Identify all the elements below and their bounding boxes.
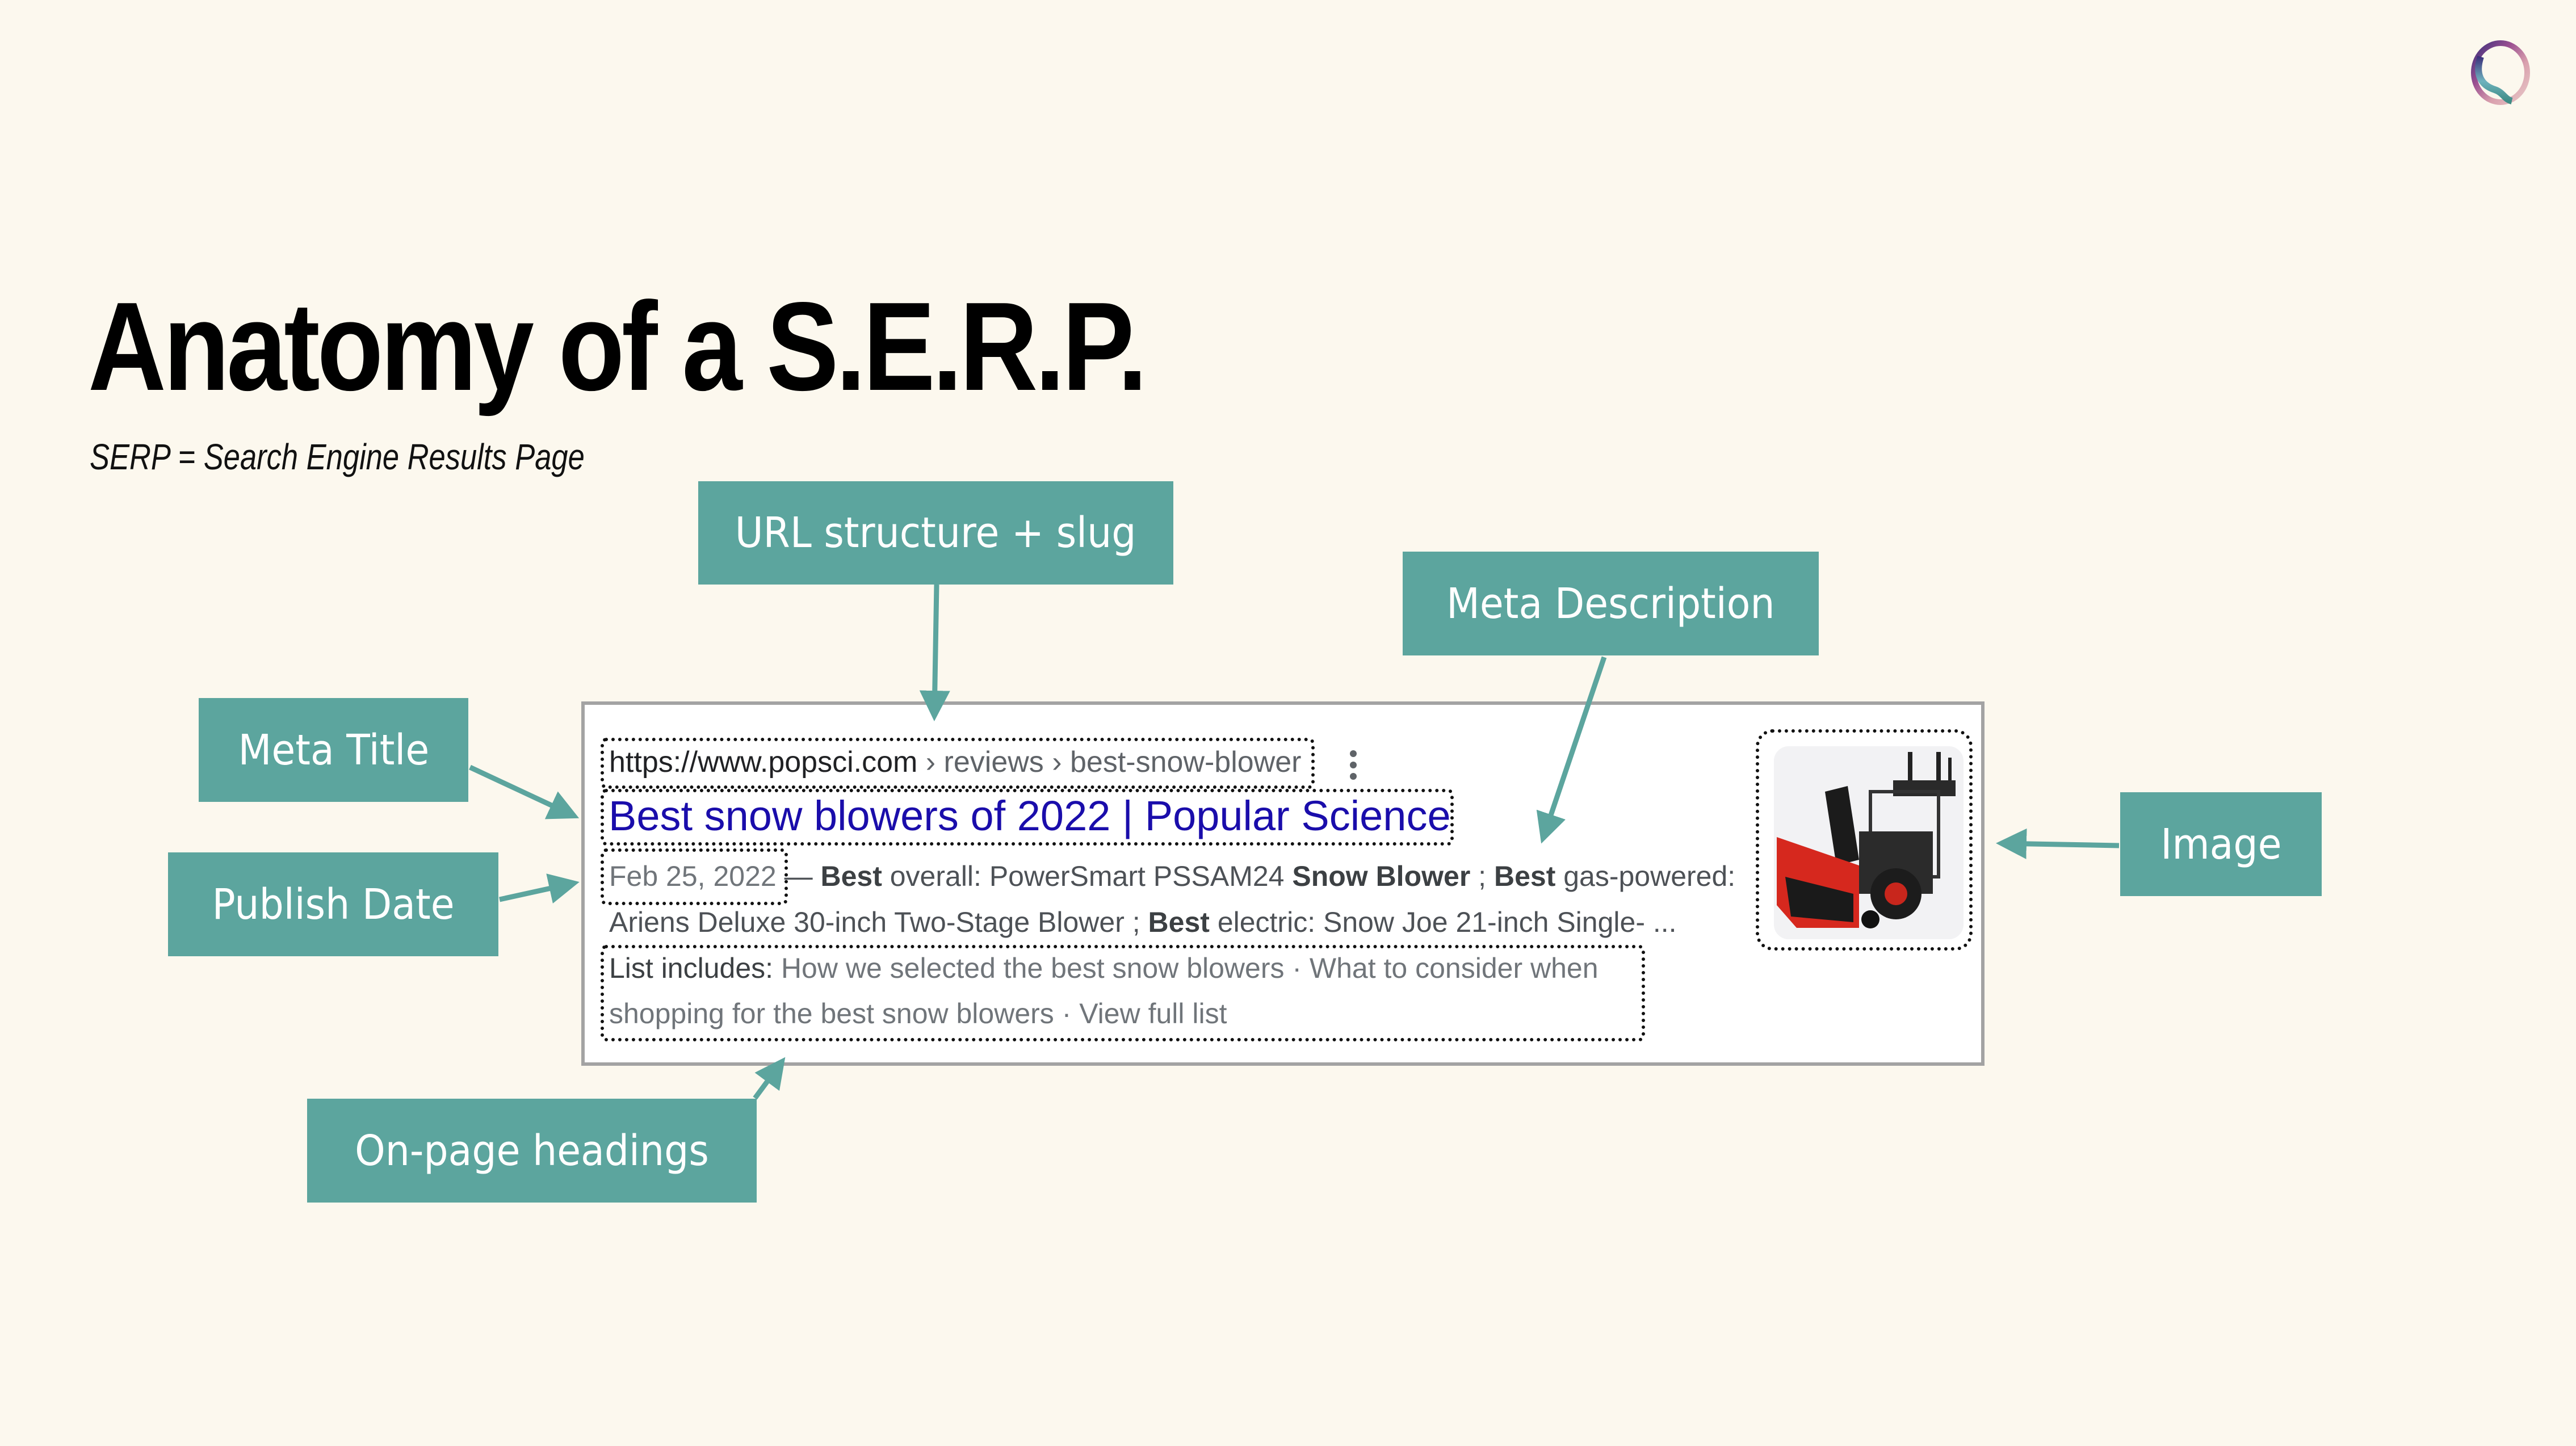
arrow-meta-title [469,764,580,819]
arrow-image [1996,828,2120,859]
arrow-meta-description [1536,656,1607,844]
arrow-url [919,584,950,721]
arrow-publish-date [499,873,580,904]
arrow-onpage-headings [753,1057,786,1100]
annotation-arrows [469,584,2120,1100]
